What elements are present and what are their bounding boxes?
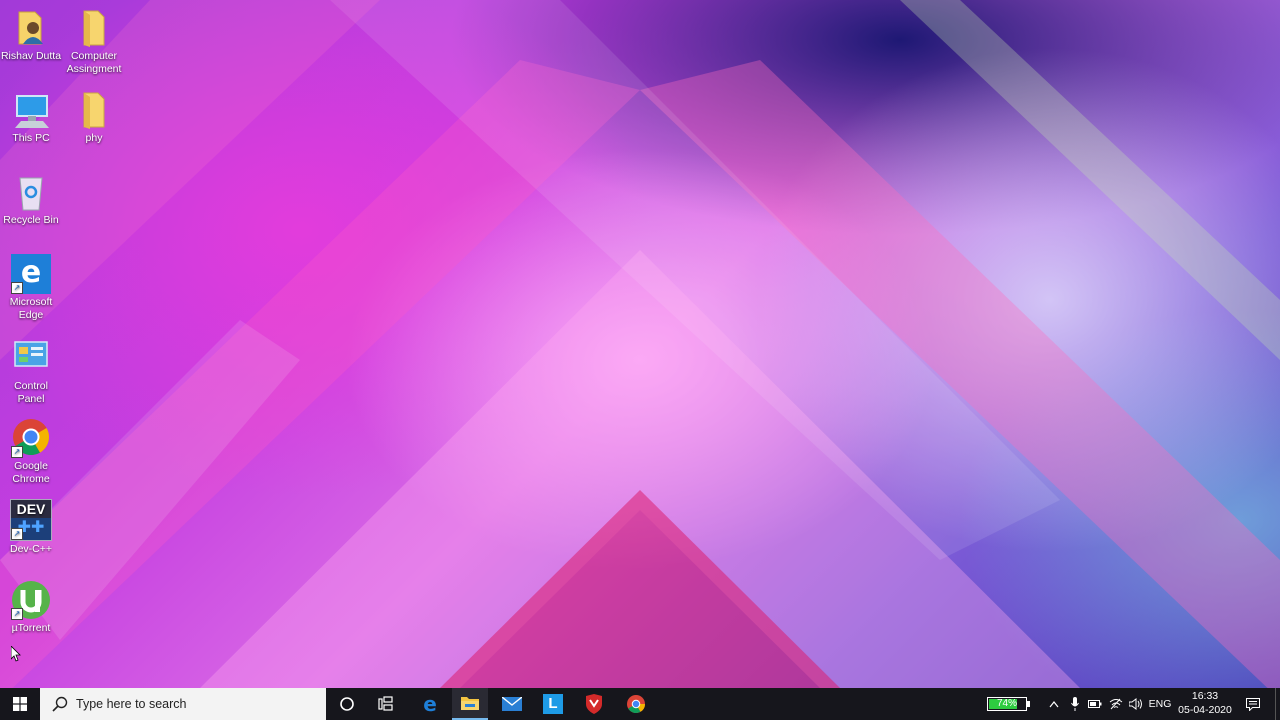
devcpp-logo-text: DEV xyxy=(11,500,51,518)
windows-logo-icon xyxy=(13,697,27,711)
desktop-icon-utorrent[interactable]: ↗ µTorrent xyxy=(0,580,62,635)
taskbar-l-app-button[interactable]: L xyxy=(535,688,571,720)
folder-icon xyxy=(74,90,114,130)
desktop-icon-recycle-bin[interactable]: Recycle Bin xyxy=(0,172,62,227)
language-indicator[interactable]: ENG xyxy=(1146,688,1174,720)
notification-icon xyxy=(1246,697,1260,711)
wallpaper-bands xyxy=(0,0,1280,700)
folder-icon xyxy=(74,8,114,48)
desktop-icon-label: This PC xyxy=(12,132,50,144)
network-button[interactable] xyxy=(1106,688,1126,720)
desktop-icon-computer-assingment[interactable]: Computer Assingment xyxy=(63,8,125,76)
utorrent-icon: ↗ xyxy=(11,580,51,620)
clock[interactable]: 16:33 05-04-2020 xyxy=(1176,688,1234,720)
svg-text:e: e xyxy=(423,694,437,714)
start-button[interactable] xyxy=(0,688,40,720)
desktop-icon-microsoft-edge[interactable]: e ↗ Microsoft Edge xyxy=(0,254,62,322)
chrome-icon: ↗ xyxy=(11,418,51,458)
taskbar-mcafee-button[interactable] xyxy=(576,688,612,720)
taskbar: Type here to search e L 74% ENG 16:33 05… xyxy=(0,688,1280,720)
taskbar-chrome-button[interactable] xyxy=(618,688,654,720)
microphone-button[interactable] xyxy=(1066,688,1084,720)
desktop-icon-label: Rishav Dutta xyxy=(0,50,62,62)
desktop-icon-label: Dev-C++ xyxy=(9,543,52,555)
shortcut-arrow-icon: ↗ xyxy=(11,446,23,458)
battery-icon xyxy=(1088,700,1102,708)
power-button[interactable] xyxy=(1085,688,1105,720)
recycle-bin-icon xyxy=(11,172,51,212)
control-panel-icon xyxy=(11,338,51,378)
volume-button[interactable] xyxy=(1126,688,1146,720)
shortcut-arrow-icon: ↗ xyxy=(11,528,23,540)
edge-icon: e xyxy=(423,694,437,714)
task-view-button[interactable] xyxy=(369,688,403,720)
desktop-icon-dev-cpp[interactable]: DEV ✚✚ ↗ Dev-C++ xyxy=(0,499,62,556)
desktop-icon-control-panel[interactable]: Control Panel xyxy=(0,338,62,406)
user-folder-icon xyxy=(11,8,51,48)
l-app-icon: L xyxy=(543,694,563,714)
show-desktop-button[interactable] xyxy=(1275,688,1280,720)
action-center-button[interactable] xyxy=(1240,688,1266,720)
battery-indicator[interactable]: 74% xyxy=(984,688,1030,720)
desktop-icon-phy[interactable]: phy xyxy=(63,90,125,145)
show-hidden-icons-button[interactable] xyxy=(1044,688,1064,720)
taskbar-file-explorer-button[interactable] xyxy=(452,688,488,720)
chevron-up-icon xyxy=(1049,701,1059,708)
battery-percent: 74% xyxy=(996,698,1017,709)
mcafee-icon xyxy=(586,694,602,714)
chrome-icon xyxy=(627,695,645,714)
cortana-icon xyxy=(340,697,354,711)
search-placeholder: Type here to search xyxy=(76,697,187,711)
file-explorer-icon xyxy=(461,697,479,710)
shortcut-arrow-icon: ↗ xyxy=(11,282,23,294)
desktop-icon-label: Microsoft Edge xyxy=(9,296,53,321)
desktop-icon-label: Recycle Bin xyxy=(3,214,59,226)
desktop-icon-label: µTorrent xyxy=(11,622,51,634)
clock-time: 16:33 xyxy=(1191,690,1219,702)
mail-icon xyxy=(502,697,522,711)
desktop-icon-rishav-dutta[interactable]: Rishav Dutta xyxy=(0,8,62,63)
desktop-icon-label: Computer Assingment xyxy=(66,50,122,75)
desktop-icon-label: Control Panel xyxy=(14,380,48,405)
wifi-icon xyxy=(1109,698,1123,710)
clock-date: 05-04-2020 xyxy=(1178,704,1232,716)
desktop-icon-label: Google Chrome xyxy=(12,460,50,485)
task-view-icon xyxy=(378,696,393,711)
desktop-icon-label: phy xyxy=(85,132,103,144)
desktop-icon-this-pc[interactable]: This PC xyxy=(0,90,62,145)
shortcut-arrow-icon: ↗ xyxy=(11,608,23,620)
taskbar-edge-button[interactable]: e xyxy=(412,688,448,720)
mouse-cursor-icon xyxy=(11,646,21,662)
cortana-button[interactable] xyxy=(330,688,364,720)
search-icon xyxy=(52,696,68,712)
taskbar-search-box[interactable]: Type here to search xyxy=(40,688,326,720)
devcpp-icon: DEV ✚✚ ↗ xyxy=(10,499,52,541)
microphone-icon xyxy=(1071,697,1079,711)
desktop-icon-google-chrome[interactable]: ↗ Google Chrome xyxy=(0,418,62,486)
desktop-wallpaper xyxy=(0,0,1280,720)
speaker-icon xyxy=(1129,698,1142,710)
edge-icon: e ↗ xyxy=(11,254,51,294)
taskbar-mail-button[interactable] xyxy=(494,688,530,720)
computer-icon xyxy=(11,90,51,130)
